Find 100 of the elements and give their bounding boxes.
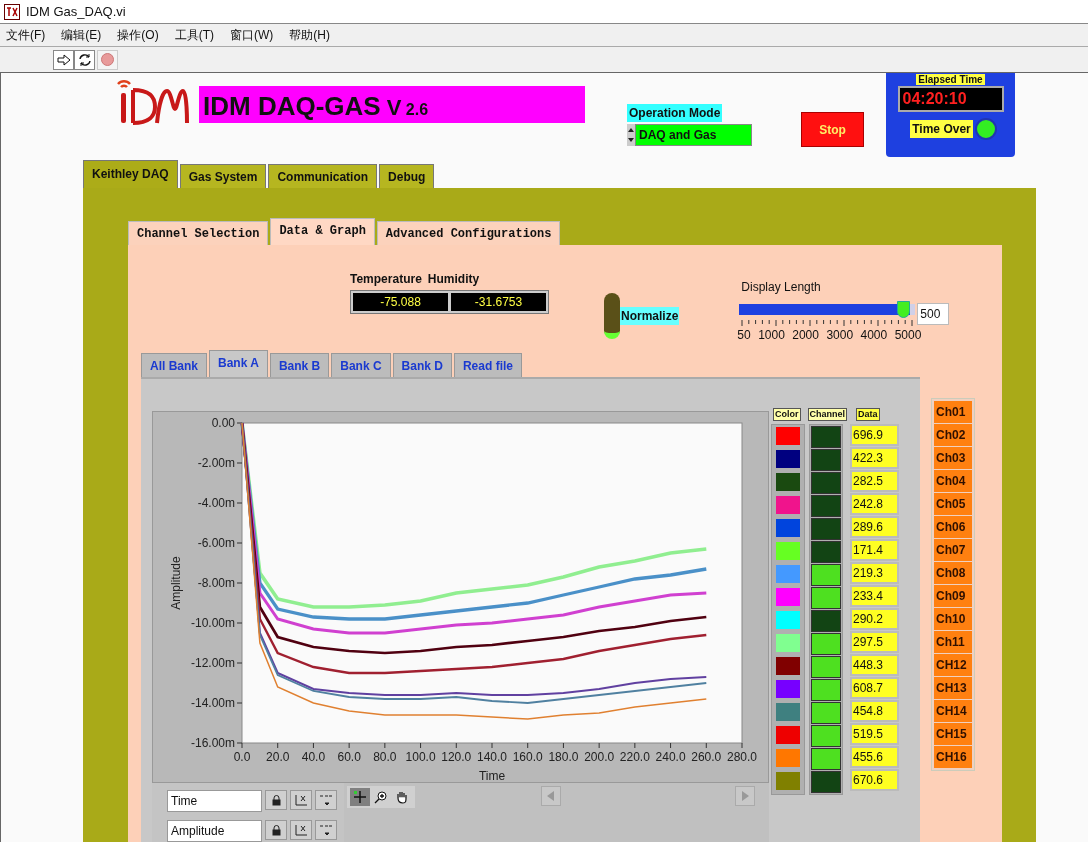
length-input[interactable]: 500 bbox=[917, 303, 950, 325]
data-value: 448.3 bbox=[850, 654, 899, 676]
tab[interactable]: Debug bbox=[379, 164, 435, 188]
data-value: 242.8 bbox=[850, 493, 899, 515]
tab[interactable]: Gas System bbox=[179, 164, 267, 188]
channel-label: Ch08 bbox=[934, 562, 972, 584]
tick-label: 2000 bbox=[792, 327, 819, 344]
field-label: Humidity bbox=[427, 271, 480, 288]
field-label: Display Length bbox=[741, 279, 822, 296]
tick-label: 1000 bbox=[758, 327, 785, 344]
channel-label: CH12 bbox=[934, 654, 972, 676]
column-header: Data bbox=[856, 407, 880, 421]
axis-name-field[interactable]: Time bbox=[167, 790, 262, 812]
tick-label: -12.00m bbox=[190, 656, 235, 670]
data-value: 171.4 bbox=[850, 539, 899, 561]
tick-label: -10.00m bbox=[190, 616, 235, 630]
channel-label: CH14 bbox=[934, 700, 972, 722]
tick-label: 20.0 bbox=[266, 750, 290, 764]
data-value: 233.4 bbox=[850, 585, 899, 607]
mode-selector[interactable]: DAQ and Gas bbox=[635, 124, 752, 146]
tick-label: 180.0 bbox=[548, 750, 579, 764]
data-value: 289.6 bbox=[850, 516, 899, 538]
data-value: 282.5 bbox=[850, 470, 899, 492]
tick-label: 120.0 bbox=[441, 750, 472, 764]
tick-label: 60.0 bbox=[337, 750, 361, 764]
menu-item[interactable]: 窗口(W) bbox=[230, 26, 274, 44]
tab[interactable]: Bank B bbox=[269, 353, 330, 377]
tab[interactable]: All Bank bbox=[141, 353, 207, 377]
channel-label: Ch03 bbox=[934, 447, 972, 469]
tick-label: 40.0 bbox=[301, 750, 326, 764]
tab[interactable]: Advanced Configurations bbox=[376, 221, 561, 245]
channel-label: Ch11 bbox=[934, 631, 972, 653]
tab[interactable]: Bank D bbox=[392, 353, 452, 377]
tick-label: -16.00m bbox=[190, 736, 235, 750]
data-value: 455.6 bbox=[850, 746, 899, 768]
tick-label: 0.0 bbox=[233, 750, 251, 764]
field-label: Elapsed Time bbox=[916, 74, 985, 85]
tab[interactable]: Bank A bbox=[209, 350, 268, 377]
tick-label: 80.0 bbox=[373, 750, 397, 764]
channel-label: CH16 bbox=[934, 746, 972, 768]
data-value: 290.2 bbox=[850, 608, 899, 630]
data-value: 219.3 bbox=[850, 562, 899, 584]
data-value: 519.5 bbox=[850, 723, 899, 745]
tick-label: 220.0 bbox=[619, 750, 650, 764]
app-title: IDM DAQ-GAS bbox=[203, 93, 381, 119]
tab[interactable]: Bank C bbox=[331, 353, 391, 377]
tick-label: 0.00 bbox=[211, 416, 235, 430]
window-title: IDM Gas_DAQ.vi bbox=[26, 2, 126, 21]
version-label: V 2.6 bbox=[386, 97, 429, 119]
temperature-display: -75.088 bbox=[353, 293, 448, 311]
axis-title: Amplitude bbox=[169, 556, 183, 610]
data-value: 297.5 bbox=[850, 631, 899, 653]
tick-label: 3000 bbox=[826, 327, 854, 344]
humidity-display: -31.6753 bbox=[451, 293, 546, 311]
channel-label: Ch10 bbox=[934, 608, 972, 630]
tick-label: -2.00m bbox=[197, 456, 235, 470]
menu-item[interactable]: 操作(O) bbox=[117, 26, 159, 44]
tick-label: 160.0 bbox=[512, 750, 543, 764]
field-label: Operation Mode bbox=[627, 104, 723, 122]
data-value: 670.6 bbox=[850, 769, 899, 791]
axis-title: Time bbox=[478, 769, 506, 782]
channel-label: CH15 bbox=[934, 723, 972, 745]
axis-name-field[interactable]: Amplitude bbox=[167, 820, 262, 842]
tick-label: 50 bbox=[737, 327, 751, 344]
channel-label: CH13 bbox=[934, 677, 972, 699]
channel-label: Ch05 bbox=[934, 493, 972, 515]
tick-label: -8.00m bbox=[197, 576, 235, 590]
menu-item[interactable]: 帮助(H) bbox=[289, 26, 330, 44]
elapsed-time-display: 04:20:10 bbox=[897, 86, 1004, 112]
tick-label: -6.00m bbox=[197, 536, 235, 550]
data-value: 454.8 bbox=[850, 700, 899, 722]
menu-item[interactable]: 工具(T) bbox=[174, 26, 214, 44]
tab[interactable]: Data & Graph bbox=[270, 218, 375, 245]
tab[interactable]: Communication bbox=[268, 164, 378, 188]
toggle-label: Normalize bbox=[620, 306, 680, 325]
tick-label: -14.00m bbox=[190, 696, 235, 710]
data-value: 696.9 bbox=[850, 424, 899, 446]
channel-label: Ch04 bbox=[934, 470, 972, 492]
tick-label: 240.0 bbox=[655, 750, 686, 764]
tick-label: 280.0 bbox=[727, 750, 757, 764]
tick-label: 140.0 bbox=[477, 750, 507, 764]
data-value: 422.3 bbox=[850, 447, 899, 469]
menu-item[interactable]: 文件(F) bbox=[6, 26, 46, 44]
tick-label: 5000 bbox=[894, 327, 922, 344]
menu-item[interactable]: 编辑(E) bbox=[61, 26, 102, 44]
field-label: Temperature bbox=[350, 271, 422, 288]
tab[interactable]: Channel Selection bbox=[128, 221, 269, 245]
column-header: Color bbox=[773, 407, 801, 421]
channel-label: Ch06 bbox=[934, 516, 972, 538]
field-label: Time Over bbox=[910, 120, 973, 138]
channel-label: Ch01 bbox=[934, 401, 972, 423]
data-value: 608.7 bbox=[850, 677, 899, 699]
tick-label: 100.0 bbox=[405, 750, 436, 764]
channel-label: Ch07 bbox=[934, 539, 972, 561]
tick-label: 260.0 bbox=[691, 750, 722, 764]
channel-label: Ch02 bbox=[934, 424, 972, 446]
tab[interactable]: Read file bbox=[453, 353, 522, 377]
tick-label: -4.00m bbox=[197, 496, 235, 510]
tab[interactable]: Keithley DAQ bbox=[83, 160, 178, 188]
column-header: Channel bbox=[807, 407, 847, 421]
